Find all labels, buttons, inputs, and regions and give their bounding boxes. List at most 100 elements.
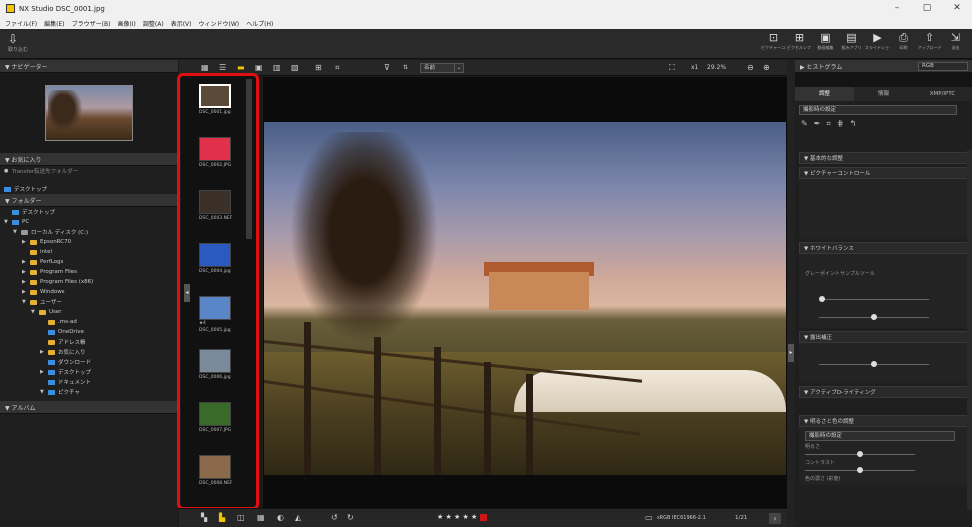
- filmstrip-thumbnail[interactable]: DSC_0006.jpg: [196, 349, 234, 380]
- fit-icon[interactable]: ⌗: [335, 63, 340, 73]
- toolbar-button[interactable]: ⇲ 送出: [943, 31, 968, 51]
- zoom-mode[interactable]: x1: [691, 64, 698, 71]
- expand-arrow-icon[interactable]: ▼: [40, 389, 48, 395]
- histogram-header[interactable]: ▶ ヒストグラム RGB: [795, 60, 972, 73]
- folder-tree-item[interactable]: ▶ お気に入り: [0, 347, 178, 357]
- toolbar-button[interactable]: ▣ 動画編集: [813, 31, 838, 51]
- toolbar-button[interactable]: ⊞ピクセルシフト合成: [787, 31, 812, 51]
- folder-tree-item[interactable]: ▶ EpsonRC70: [0, 237, 178, 247]
- rotate-left-icon[interactable]: ↺: [331, 513, 338, 522]
- menu-view[interactable]: 表示(V): [171, 19, 192, 28]
- grid-icon[interactable]: ▦: [257, 513, 265, 522]
- folder-tree-item[interactable]: ▼ PC: [0, 217, 178, 227]
- section-active-d-lighting[interactable]: ▼ アクティブD-ライティング: [799, 386, 968, 398]
- filmstrip-thumbnail[interactable]: DSC_0002.JPG: [196, 137, 234, 168]
- folder-tree-item[interactable]: ▶ Program Files: [0, 267, 178, 277]
- section-white-balance[interactable]: ▼ ホワイトバランス: [799, 242, 968, 254]
- folder-tree-item[interactable]: OneDrive: [0, 327, 178, 337]
- album-header[interactable]: ▼ アルバム: [0, 401, 178, 414]
- tab-xmp[interactable]: XMP/IPTC: [913, 87, 972, 101]
- menu-window[interactable]: ウィンドウ(W): [198, 19, 239, 28]
- zoom-in-icon[interactable]: ⊕: [763, 63, 770, 72]
- toolbar-button[interactable]: ⎙ 印刷: [891, 31, 916, 51]
- folder-tree-item[interactable]: ▶ デスクトップ: [0, 367, 178, 377]
- thumbnail-image[interactable]: [199, 349, 231, 373]
- section-exposure[interactable]: ▼ 露出補正: [799, 331, 968, 343]
- folder-tree-item[interactable]: ▼ ピクチャ: [0, 387, 178, 397]
- straighten-icon[interactable]: ⋕: [837, 119, 850, 128]
- filmstrip-view-icon[interactable]: ▬: [237, 63, 245, 72]
- folder-tree-item[interactable]: intel: [0, 247, 178, 257]
- thumbnail-image[interactable]: [199, 455, 231, 479]
- thumbnail-image[interactable]: [199, 137, 231, 161]
- folder-tree-item[interactable]: デスクトップ: [0, 207, 178, 217]
- maximize-button[interactable]: ▢: [912, 0, 942, 17]
- rating-stars[interactable]: ★ ★ ★ ★ ★: [437, 513, 487, 521]
- reset-icon[interactable]: ↰: [850, 119, 863, 128]
- folders-header[interactable]: ▼ フォルダー: [0, 194, 178, 207]
- menu-edit[interactable]: 編集(E): [44, 19, 64, 28]
- right-panel-scrollbar[interactable]: [967, 150, 972, 510]
- folder-tree-item[interactable]: ▶ PerfLogs: [0, 257, 178, 267]
- close-button[interactable]: ✕: [942, 0, 972, 17]
- tab-adjust[interactable]: 調整: [795, 87, 854, 101]
- brightness-slider[interactable]: [805, 451, 915, 459]
- expand-arrow-icon[interactable]: ▶: [40, 369, 48, 375]
- filmstrip-thumbnail[interactable]: ★4 DSC_0005.jpg: [196, 296, 234, 333]
- toolbar-button[interactable]: ⇧ アップロード: [917, 31, 942, 51]
- minimize-button[interactable]: –: [882, 0, 912, 17]
- favorite-desktop-item[interactable]: デスクトップ: [0, 184, 178, 194]
- adjustment-preset-select[interactable]: 撮影時の設定: [799, 105, 957, 115]
- folder-tree-item[interactable]: ▼ ユーザー: [0, 297, 178, 307]
- navigator-image[interactable]: [45, 85, 133, 141]
- transfer-folder-item[interactable]: ● Transfer転送先フォルダー: [0, 166, 178, 176]
- zoom-out-icon[interactable]: ⊖: [747, 63, 754, 72]
- folder-tree-item[interactable]: ▼ ローカル ディスク (C:): [0, 227, 178, 237]
- folder-tree-item[interactable]: アドレス帳: [0, 337, 178, 347]
- expand-arrow-icon[interactable]: ▶: [40, 349, 48, 355]
- folder-tree-item[interactable]: .ms-ad: [0, 317, 178, 327]
- pen-icon[interactable]: ✒: [814, 119, 827, 128]
- filter-icon[interactable]: ⊽: [384, 63, 390, 72]
- color-label-icon[interactable]: ▙: [219, 513, 225, 522]
- section-brightness-color[interactable]: ▼ 明るさと色の調整: [799, 415, 968, 427]
- wb-temp-slider[interactable]: [819, 296, 929, 304]
- filmstrip-thumbnail[interactable]: DSC_0001.jpg: [196, 84, 234, 115]
- toolbar-button[interactable]: ▶スライドショー: [865, 31, 890, 51]
- exposure-slider[interactable]: [819, 361, 929, 369]
- menu-help[interactable]: ヘルプ(H): [246, 19, 273, 28]
- menu-image[interactable]: 画像(I): [117, 19, 135, 28]
- expand-arrow-icon[interactable]: ▶: [22, 239, 30, 245]
- contrast-slider[interactable]: [805, 467, 915, 475]
- filmstrip-scrollbar[interactable]: [246, 79, 252, 239]
- toolbar-button[interactable]: ▤ 組みアプリ: [839, 31, 864, 51]
- list-view-icon[interactable]: ☰: [219, 63, 226, 72]
- collapse-left-panel-icon[interactable]: ◂: [184, 284, 190, 302]
- toolbar-button[interactable]: ⊡ピクチャーコントロール: [761, 31, 786, 51]
- import-button[interactable]: ⇩ 取り込む: [8, 32, 52, 53]
- full-view-icon[interactable]: ▣: [255, 63, 263, 72]
- folder-tree-item[interactable]: ドキュメント: [0, 377, 178, 387]
- folder-tree-item[interactable]: ▼ User: [0, 307, 178, 317]
- expand-arrow-icon[interactable]: ▶: [22, 279, 30, 285]
- favorites-header[interactable]: ▼ お気に入り: [0, 153, 178, 166]
- filmstrip-thumbnail[interactable]: DSC_0008.NEF: [196, 455, 234, 486]
- navigator-header[interactable]: ▼ ナビゲーター: [0, 60, 178, 73]
- filmstrip-thumbnail[interactable]: DSC_0004.jpg: [196, 243, 234, 274]
- histogram-icon[interactable]: ◭: [295, 513, 301, 522]
- main-photo[interactable]: [264, 122, 786, 475]
- expand-arrow-icon[interactable]: ▶: [22, 289, 30, 295]
- rotate-right-icon[interactable]: ↻: [347, 513, 354, 522]
- menu-file[interactable]: ファイル(F): [5, 19, 37, 28]
- expand-arrow-icon[interactable]: ▼: [31, 309, 39, 315]
- menu-browser[interactable]: ブラウザー(B): [72, 19, 111, 28]
- rating-stars-text[interactable]: ★ ★ ★ ★ ★: [437, 513, 477, 521]
- wb-tool[interactable]: グレーポイントサンプルツール: [805, 270, 962, 278]
- chevron-down-icon[interactable]: ⌄: [454, 63, 464, 73]
- fit-screen-icon[interactable]: ⛶: [669, 63, 675, 73]
- section-basic[interactable]: ▼ 基本的な調整: [799, 152, 968, 164]
- next-arrow-icon[interactable]: ›: [769, 513, 781, 524]
- expand-arrow-icon[interactable]: ▶: [22, 269, 30, 275]
- thumbnail-image[interactable]: [199, 402, 231, 426]
- folder-tree-item[interactable]: ダウンロード: [0, 357, 178, 367]
